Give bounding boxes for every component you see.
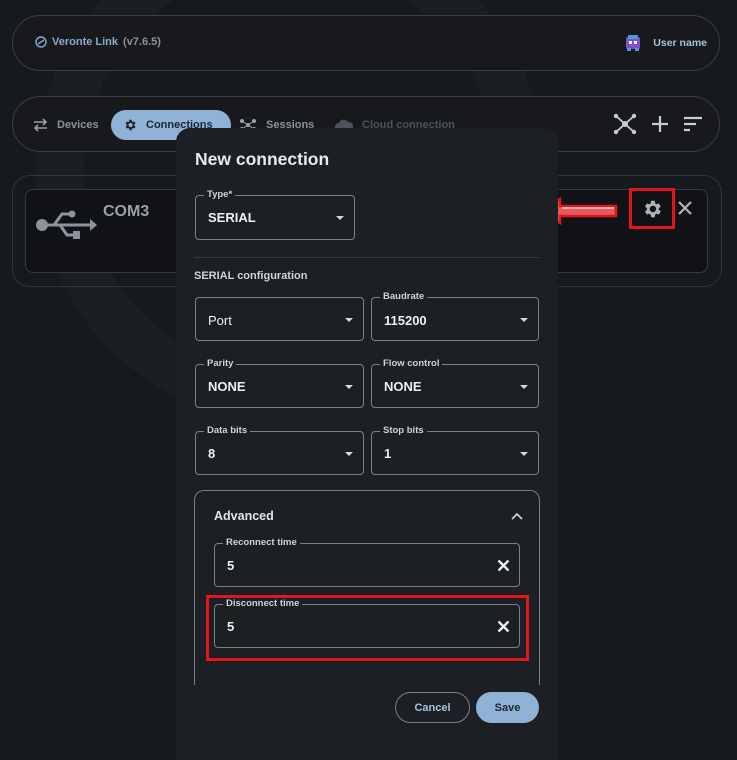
flow-control-select[interactable]: Flow control NONE <box>371 358 539 408</box>
flow-control-label: Flow control <box>380 358 443 370</box>
chevron-down-icon <box>345 452 353 456</box>
port-select[interactable]: Port <box>195 297 364 341</box>
chevron-down-icon <box>336 216 344 220</box>
disconnect-time-value: 5 <box>227 619 235 634</box>
chevron-down-icon <box>345 318 353 322</box>
clear-icon[interactable] <box>497 620 510 633</box>
baudrate-label: Baudrate <box>380 291 428 303</box>
data-bits-label: Data bits <box>204 425 251 437</box>
port-value: Port <box>208 313 232 328</box>
hub-icon[interactable] <box>613 113 637 135</box>
close-icon[interactable] <box>676 199 694 217</box>
stop-bits-select[interactable]: Stop bits 1 <box>371 425 539 475</box>
swap-arrows-icon <box>33 118 48 132</box>
type-value: SERIAL <box>208 210 256 225</box>
section-title: SERIAL configuration <box>194 270 308 282</box>
chevron-up-icon[interactable] <box>511 512 523 520</box>
veronte-logo-icon <box>35 36 47 48</box>
chevron-down-icon <box>345 385 353 389</box>
chevron-down-icon <box>520 452 528 456</box>
disconnect-time-label: Disconnect time <box>223 598 303 610</box>
reconnect-time-input[interactable]: Reconnect time 5 <box>214 537 520 587</box>
dialog-title: New connection <box>195 149 330 169</box>
tab-devices[interactable]: Devices <box>33 110 99 140</box>
connection-settings-button[interactable] <box>629 188 675 229</box>
gear-icon <box>645 200 661 217</box>
tab-devices-label: Devices <box>57 119 99 131</box>
app-title: Veronte Link <box>52 36 119 48</box>
user-name: User name <box>653 37 707 49</box>
parity-select[interactable]: Parity NONE <box>195 358 364 408</box>
parity-label: Parity <box>204 358 237 370</box>
stop-bits-label: Stop bits <box>380 425 427 437</box>
parity-value: NONE <box>208 379 246 394</box>
flow-control-value: NONE <box>384 379 422 394</box>
reconnect-time-label: Reconnect time <box>223 537 300 549</box>
add-icon[interactable] <box>651 115 669 133</box>
sort-icon[interactable] <box>683 116 703 132</box>
chevron-down-icon <box>520 318 528 322</box>
usb-icon <box>36 210 97 239</box>
app-version: (v7.6.5) <box>123 36 161 48</box>
advanced-title[interactable]: Advanced <box>214 509 274 523</box>
save-button[interactable]: Save <box>476 692 539 723</box>
reconnect-time-value: 5 <box>227 558 235 573</box>
section-divider <box>194 257 539 258</box>
connection-title: COM3 <box>103 203 150 220</box>
type-select[interactable]: Type* SERIAL <box>195 189 355 240</box>
cancel-button[interactable]: Cancel <box>395 692 470 723</box>
chevron-down-icon <box>520 385 528 389</box>
gear-icon <box>125 119 136 131</box>
data-bits-value: 8 <box>208 446 216 461</box>
nav-actions <box>613 113 703 135</box>
data-bits-select[interactable]: Data bits 8 <box>195 425 364 475</box>
clear-icon[interactable] <box>497 559 510 572</box>
app-brand: Veronte Link (v7.6.5) <box>35 36 161 48</box>
stop-bits-value: 1 <box>384 446 392 461</box>
baudrate-select[interactable]: Baudrate 115200 <box>371 291 539 341</box>
disconnect-time-input[interactable]: Disconnect time 5 <box>214 598 520 648</box>
app-header: Veronte Link (v7.6.5) User name <box>12 15 720 71</box>
baudrate-value: 115200 <box>384 313 427 328</box>
type-label: Type* <box>204 189 236 201</box>
avatar-icon <box>626 35 641 51</box>
user-menu[interactable]: User name <box>623 33 707 53</box>
